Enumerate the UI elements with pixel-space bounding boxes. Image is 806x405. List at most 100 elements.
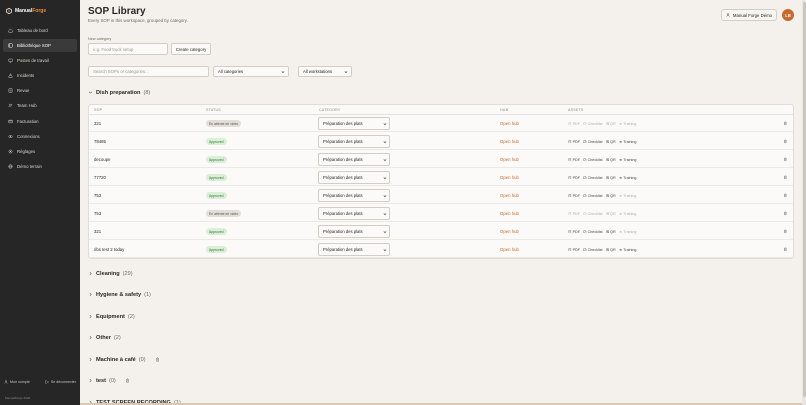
sop-name[interactable]: 753 [94,187,101,204]
user-menu-button[interactable]: Manual Forge Démo [721,9,777,21]
table-row[interactable]: 78485 Approved Préparation des plats Open h… [89,133,793,150]
qr-asset-button[interactable]: QR [605,212,616,216]
trash-icon[interactable] [125,378,130,383]
group-header[interactable]: Hygiene & safety (1) [88,289,151,300]
training-asset-button[interactable]: Training [618,140,636,144]
group-header[interactable]: test (0) [88,375,130,386]
create-category-button[interactable]: Create category [171,43,211,55]
delete-sop-button[interactable] [783,241,788,258]
open-hub-link[interactable]: Open hub [500,133,519,150]
sop-name[interactable]: 77720 [94,169,106,186]
pdf-asset-button[interactable]: PDF [568,158,580,162]
table-row[interactable]: 753 En attente de vidéo Préparation des pl… [89,205,793,222]
checklist-asset-button[interactable]: Checklist [583,194,603,198]
open-hub-link[interactable]: Open hub [500,187,519,204]
sop-name[interactable]: 321 [94,223,101,240]
group-header[interactable]: Cleaning (29) [88,268,133,279]
checklist-asset-button[interactable]: Checklist [583,140,603,144]
pdf-asset-button[interactable]: PDF [568,140,580,144]
sidebar-item-alert[interactable]: Incidents [3,69,77,82]
category-filter-select[interactable]: All categories [213,66,289,77]
qr-asset-button[interactable]: QR [605,230,616,234]
category-select[interactable]: Préparation des plats [318,117,390,130]
scrollbar-thumb[interactable] [802,2,806,397]
group-header[interactable]: Other (2) [88,332,121,343]
checklist-asset-button[interactable]: Checklist [583,212,603,216]
training-asset-button[interactable]: Training [618,248,636,252]
open-hub-link[interactable]: Open hub [500,169,519,186]
delete-sop-button[interactable] [783,169,788,186]
group-header[interactable]: Machine à café (0) [88,354,160,365]
category-select[interactable]: Préparation des plats [318,243,390,256]
sop-name[interactable]: decoupe [94,151,111,168]
training-asset-button[interactable]: Training [618,194,636,198]
delete-sop-button[interactable] [783,133,788,150]
trash-icon[interactable] [155,357,160,362]
category-select[interactable]: Préparation des plats [318,225,390,238]
checklist-asset-button[interactable]: Checklist [583,230,603,234]
table-row[interactable]: ribs test 2 today Approved Préparation des… [89,241,793,258]
sidebar-item-globe[interactable]: Démo terrain [3,160,77,173]
table-row[interactable]: 321 Approved Préparation des plats Open hub… [89,223,793,240]
pdf-asset-button[interactable]: PDF [568,176,580,180]
delete-sop-button[interactable] [783,151,788,168]
delete-sop-button[interactable] [783,187,788,204]
sop-search-input[interactable] [88,66,209,77]
avatar[interactable]: LB [782,9,794,21]
sop-name[interactable]: 753 [94,205,101,222]
table-row[interactable]: 753 Approved Préparation des plats Open hub… [89,187,793,204]
sidebar-item-settings[interactable]: Réglages [3,145,77,158]
sidebar-item-home[interactable]: Tableau de bord [3,24,77,37]
table-row[interactable]: 321 En attente de vidéo Préparation des pl… [89,115,793,132]
category-select[interactable]: Préparation des plats [318,171,390,184]
checklist-asset-button[interactable]: Checklist [583,158,603,162]
sop-name[interactable]: 321 [94,115,101,132]
checklist-asset-button[interactable]: Checklist [583,248,603,252]
account-link[interactable]: Mon compte [4,380,38,384]
qr-asset-button[interactable]: QR [605,122,616,126]
group-header-dish-preparation[interactable]: Dish preparation (8) [88,87,150,98]
open-hub-link[interactable]: Open hub [500,151,519,168]
training-asset-button[interactable]: Training [618,122,636,126]
table-row[interactable]: 77720 Approved Préparation des plats Open h… [89,169,793,186]
sop-name[interactable]: ribs test 2 today [94,241,124,258]
sidebar-item-review[interactable]: Revue [3,84,77,97]
open-hub-link[interactable]: Open hub [500,205,519,222]
logout-button[interactable]: Se déconnecter [45,380,76,384]
category-select[interactable]: Préparation des plats [318,135,390,148]
pdf-asset-button[interactable]: PDF [568,248,580,252]
sidebar-item-workstation[interactable]: Postes de travail [3,54,77,67]
pdf-asset-button[interactable]: PDF [568,212,580,216]
pdf-asset-button[interactable]: PDF [568,194,580,198]
sidebar-item-link[interactable]: Connexions [3,130,77,143]
sidebar-item-team[interactable]: Team Hub [3,99,77,112]
category-select[interactable]: Préparation des plats [318,207,390,220]
delete-sop-button[interactable] [783,223,788,240]
qr-asset-button[interactable]: QR [605,194,616,198]
new-category-input[interactable] [88,43,168,55]
workstation-filter-select[interactable]: All workstations [298,66,352,77]
pdf-asset-button[interactable]: PDF [568,230,580,234]
sidebar-item-billing[interactable]: Facturation [3,115,77,128]
group-header[interactable]: Equipment (2) [88,311,135,322]
open-hub-link[interactable]: Open hub [500,241,519,258]
training-asset-button[interactable]: Training [618,158,636,162]
category-select[interactable]: Préparation des plats [318,153,390,166]
sidebar-item-book[interactable]: Bibliothèque SOP [3,39,77,53]
qr-asset-button[interactable]: QR [605,176,616,180]
checklist-asset-button[interactable]: Checklist [583,176,603,180]
category-select[interactable]: Préparation des plats [318,189,390,202]
pdf-asset-button[interactable]: PDF [568,122,580,126]
qr-asset-button[interactable]: QR [605,158,616,162]
table-row[interactable]: decoupe Approved Préparation des plats Open… [89,151,793,168]
qr-asset-button[interactable]: QR [605,248,616,252]
brand-logo[interactable]: Manual Forge [6,6,46,16]
sop-name[interactable]: 78485 [94,133,106,150]
training-asset-button[interactable]: Training [618,176,636,180]
training-asset-button[interactable]: Training [618,212,636,216]
qr-asset-button[interactable]: QR [605,140,616,144]
open-hub-link[interactable]: Open hub [500,115,519,132]
training-asset-button[interactable]: Training [618,230,636,234]
delete-sop-button[interactable] [783,205,788,222]
delete-sop-button[interactable] [783,115,788,132]
